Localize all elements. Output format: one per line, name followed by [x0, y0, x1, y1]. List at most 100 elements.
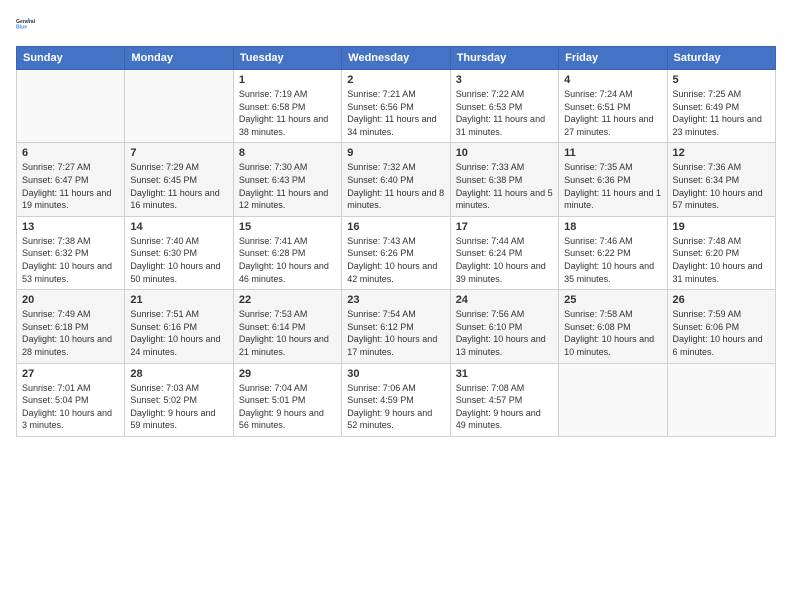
- calendar-header-monday: Monday: [125, 47, 233, 70]
- day-detail: Sunrise: 7:33 AM Sunset: 6:38 PM Dayligh…: [456, 161, 553, 211]
- svg-text:General: General: [16, 19, 36, 25]
- day-number: 4: [564, 74, 661, 86]
- day-number: 30: [347, 368, 444, 380]
- calendar-cell: [559, 363, 667, 436]
- day-detail: Sunrise: 7:21 AM Sunset: 6:56 PM Dayligh…: [347, 88, 444, 138]
- calendar-cell: 10 Sunrise: 7:33 AM Sunset: 6:38 PM Dayli…: [450, 143, 558, 216]
- calendar-cell: [667, 363, 775, 436]
- calendar-header-thursday: Thursday: [450, 47, 558, 70]
- day-number: 16: [347, 221, 444, 233]
- day-number: 2: [347, 74, 444, 86]
- day-number: 1: [239, 74, 336, 86]
- logo: General Blue: [16, 10, 44, 38]
- calendar-header-saturday: Saturday: [667, 47, 775, 70]
- calendar-week-row: 20 Sunrise: 7:49 AM Sunset: 6:18 PM Dayli…: [17, 290, 776, 363]
- calendar-cell: 9Sunrise: 7:32 AM Sunset: 6:40 PM Daylig…: [342, 143, 450, 216]
- calendar-header-row: SundayMondayTuesdayWednesdayThursdayFrid…: [17, 47, 776, 70]
- day-detail: Sunrise: 7:22 AM Sunset: 6:53 PM Dayligh…: [456, 88, 553, 138]
- day-detail: Sunrise: 7:59 AM Sunset: 6:06 PM Dayligh…: [673, 308, 770, 358]
- calendar-cell: 16 Sunrise: 7:43 AM Sunset: 6:26 PM Dayli…: [342, 216, 450, 289]
- calendar-week-row: 1 Sunrise: 7:19 AM Sunset: 6:58 PM Daylig…: [17, 70, 776, 143]
- calendar-cell: 29Sunrise: 7:04 AM Sunset: 5:01 PM Dayli…: [233, 363, 341, 436]
- calendar-cell: 24 Sunrise: 7:56 AM Sunset: 6:10 PM Dayli…: [450, 290, 558, 363]
- day-number: 15: [239, 221, 336, 233]
- day-detail: Sunrise: 7:38 AM Sunset: 6:32 PM Dayligh…: [22, 235, 119, 285]
- calendar-cell: 23 Sunrise: 7:54 AM Sunset: 6:12 PM Dayli…: [342, 290, 450, 363]
- day-number: 21: [130, 294, 227, 306]
- day-detail: Sunrise: 7:41 AM Sunset: 6:28 PM Dayligh…: [239, 235, 336, 285]
- calendar-cell: 17 Sunrise: 7:44 AM Sunset: 6:24 PM Dayli…: [450, 216, 558, 289]
- day-detail: Sunrise: 7:36 AM Sunset: 6:34 PM Dayligh…: [673, 161, 770, 211]
- day-detail: Sunrise: 7:32 AM Sunset: 6:40 PM Dayligh…: [347, 161, 444, 211]
- day-number: 25: [564, 294, 661, 306]
- day-detail: Sunrise: 7:35 AM Sunset: 6:36 PM Dayligh…: [564, 161, 661, 211]
- calendar-cell: 15 Sunrise: 7:41 AM Sunset: 6:28 PM Dayli…: [233, 216, 341, 289]
- day-detail: Sunrise: 7:01 AM Sunset: 5:04 PM Dayligh…: [22, 382, 119, 432]
- day-detail: Sunrise: 7:25 AM Sunset: 6:49 PM Dayligh…: [673, 88, 770, 138]
- day-number: 29: [239, 368, 336, 380]
- day-number: 22: [239, 294, 336, 306]
- calendar-cell: 28 Sunrise: 7:03 AM Sunset: 5:02 PM Dayli…: [125, 363, 233, 436]
- day-number: 31: [456, 368, 553, 380]
- calendar-cell: 7Sunrise: 7:29 AM Sunset: 6:45 PM Daylig…: [125, 143, 233, 216]
- day-detail: Sunrise: 7:56 AM Sunset: 6:10 PM Dayligh…: [456, 308, 553, 358]
- day-number: 6: [22, 147, 119, 159]
- calendar-cell: 19 Sunrise: 7:48 AM Sunset: 6:20 PM Dayli…: [667, 216, 775, 289]
- calendar-cell: 21 Sunrise: 7:51 AM Sunset: 6:16 PM Dayli…: [125, 290, 233, 363]
- calendar-header-tuesday: Tuesday: [233, 47, 341, 70]
- calendar-table: SundayMondayTuesdayWednesdayThursdayFrid…: [16, 46, 776, 437]
- day-detail: Sunrise: 7:53 AM Sunset: 6:14 PM Dayligh…: [239, 308, 336, 358]
- day-number: 23: [347, 294, 444, 306]
- calendar-cell: 13 Sunrise: 7:38 AM Sunset: 6:32 PM Dayli…: [17, 216, 125, 289]
- day-detail: Sunrise: 7:48 AM Sunset: 6:20 PM Dayligh…: [673, 235, 770, 285]
- calendar-header-friday: Friday: [559, 47, 667, 70]
- day-number: 27: [22, 368, 119, 380]
- day-number: 19: [673, 221, 770, 233]
- day-detail: Sunrise: 7:51 AM Sunset: 6:16 PM Dayligh…: [130, 308, 227, 358]
- day-number: 24: [456, 294, 553, 306]
- day-detail: Sunrise: 7:27 AM Sunset: 6:47 PM Dayligh…: [22, 161, 119, 211]
- day-detail: Sunrise: 7:40 AM Sunset: 6:30 PM Dayligh…: [130, 235, 227, 285]
- calendar-cell: 12 Sunrise: 7:36 AM Sunset: 6:34 PM Dayli…: [667, 143, 775, 216]
- calendar-cell: 3Sunrise: 7:22 AM Sunset: 6:53 PM Daylig…: [450, 70, 558, 143]
- day-detail: Sunrise: 7:58 AM Sunset: 6:08 PM Dayligh…: [564, 308, 661, 358]
- day-detail: Sunrise: 7:49 AM Sunset: 6:18 PM Dayligh…: [22, 308, 119, 358]
- day-number: 11: [564, 147, 661, 159]
- day-detail: Sunrise: 7:54 AM Sunset: 6:12 PM Dayligh…: [347, 308, 444, 358]
- calendar-cell: 2 Sunrise: 7:21 AM Sunset: 6:56 PM Daylig…: [342, 70, 450, 143]
- calendar-cell: 8 Sunrise: 7:30 AM Sunset: 6:43 PM Daylig…: [233, 143, 341, 216]
- day-number: 8: [239, 147, 336, 159]
- calendar-cell: 20 Sunrise: 7:49 AM Sunset: 6:18 PM Dayli…: [17, 290, 125, 363]
- calendar-cell: 27 Sunrise: 7:01 AM Sunset: 5:04 PM Dayli…: [17, 363, 125, 436]
- day-number: 28: [130, 368, 227, 380]
- day-number: 13: [22, 221, 119, 233]
- day-number: 10: [456, 147, 553, 159]
- day-number: 18: [564, 221, 661, 233]
- day-number: 17: [456, 221, 553, 233]
- day-detail: Sunrise: 7:29 AM Sunset: 6:45 PM Dayligh…: [130, 161, 227, 211]
- calendar-week-row: 13 Sunrise: 7:38 AM Sunset: 6:32 PM Dayli…: [17, 216, 776, 289]
- calendar-week-row: 6 Sunrise: 7:27 AM Sunset: 6:47 PM Daylig…: [17, 143, 776, 216]
- calendar-cell: 18Sunrise: 7:46 AM Sunset: 6:22 PM Dayli…: [559, 216, 667, 289]
- calendar-cell: [125, 70, 233, 143]
- day-detail: Sunrise: 7:30 AM Sunset: 6:43 PM Dayligh…: [239, 161, 336, 211]
- calendar-week-row: 27 Sunrise: 7:01 AM Sunset: 5:04 PM Dayli…: [17, 363, 776, 436]
- page: General Blue SundayMondayTuesdayWednesda…: [0, 0, 792, 612]
- calendar-cell: 14Sunrise: 7:40 AM Sunset: 6:30 PM Dayli…: [125, 216, 233, 289]
- calendar-cell: 1 Sunrise: 7:19 AM Sunset: 6:58 PM Daylig…: [233, 70, 341, 143]
- day-detail: Sunrise: 7:24 AM Sunset: 6:51 PM Dayligh…: [564, 88, 661, 138]
- day-detail: Sunrise: 7:03 AM Sunset: 5:02 PM Dayligh…: [130, 382, 227, 432]
- calendar-cell: 31 Sunrise: 7:08 AM Sunset: 4:57 PM Dayli…: [450, 363, 558, 436]
- calendar-cell: 5Sunrise: 7:25 AM Sunset: 6:49 PM Daylig…: [667, 70, 775, 143]
- day-number: 20: [22, 294, 119, 306]
- calendar-cell: 4 Sunrise: 7:24 AM Sunset: 6:51 PM Daylig…: [559, 70, 667, 143]
- day-detail: Sunrise: 7:19 AM Sunset: 6:58 PM Dayligh…: [239, 88, 336, 138]
- day-detail: Sunrise: 7:43 AM Sunset: 6:26 PM Dayligh…: [347, 235, 444, 285]
- calendar-cell: 22 Sunrise: 7:53 AM Sunset: 6:14 PM Dayli…: [233, 290, 341, 363]
- day-detail: Sunrise: 7:08 AM Sunset: 4:57 PM Dayligh…: [456, 382, 553, 432]
- calendar-cell: 6 Sunrise: 7:27 AM Sunset: 6:47 PM Daylig…: [17, 143, 125, 216]
- day-detail: Sunrise: 7:44 AM Sunset: 6:24 PM Dayligh…: [456, 235, 553, 285]
- svg-text:Blue: Blue: [16, 25, 27, 31]
- day-number: 12: [673, 147, 770, 159]
- calendar-cell: [17, 70, 125, 143]
